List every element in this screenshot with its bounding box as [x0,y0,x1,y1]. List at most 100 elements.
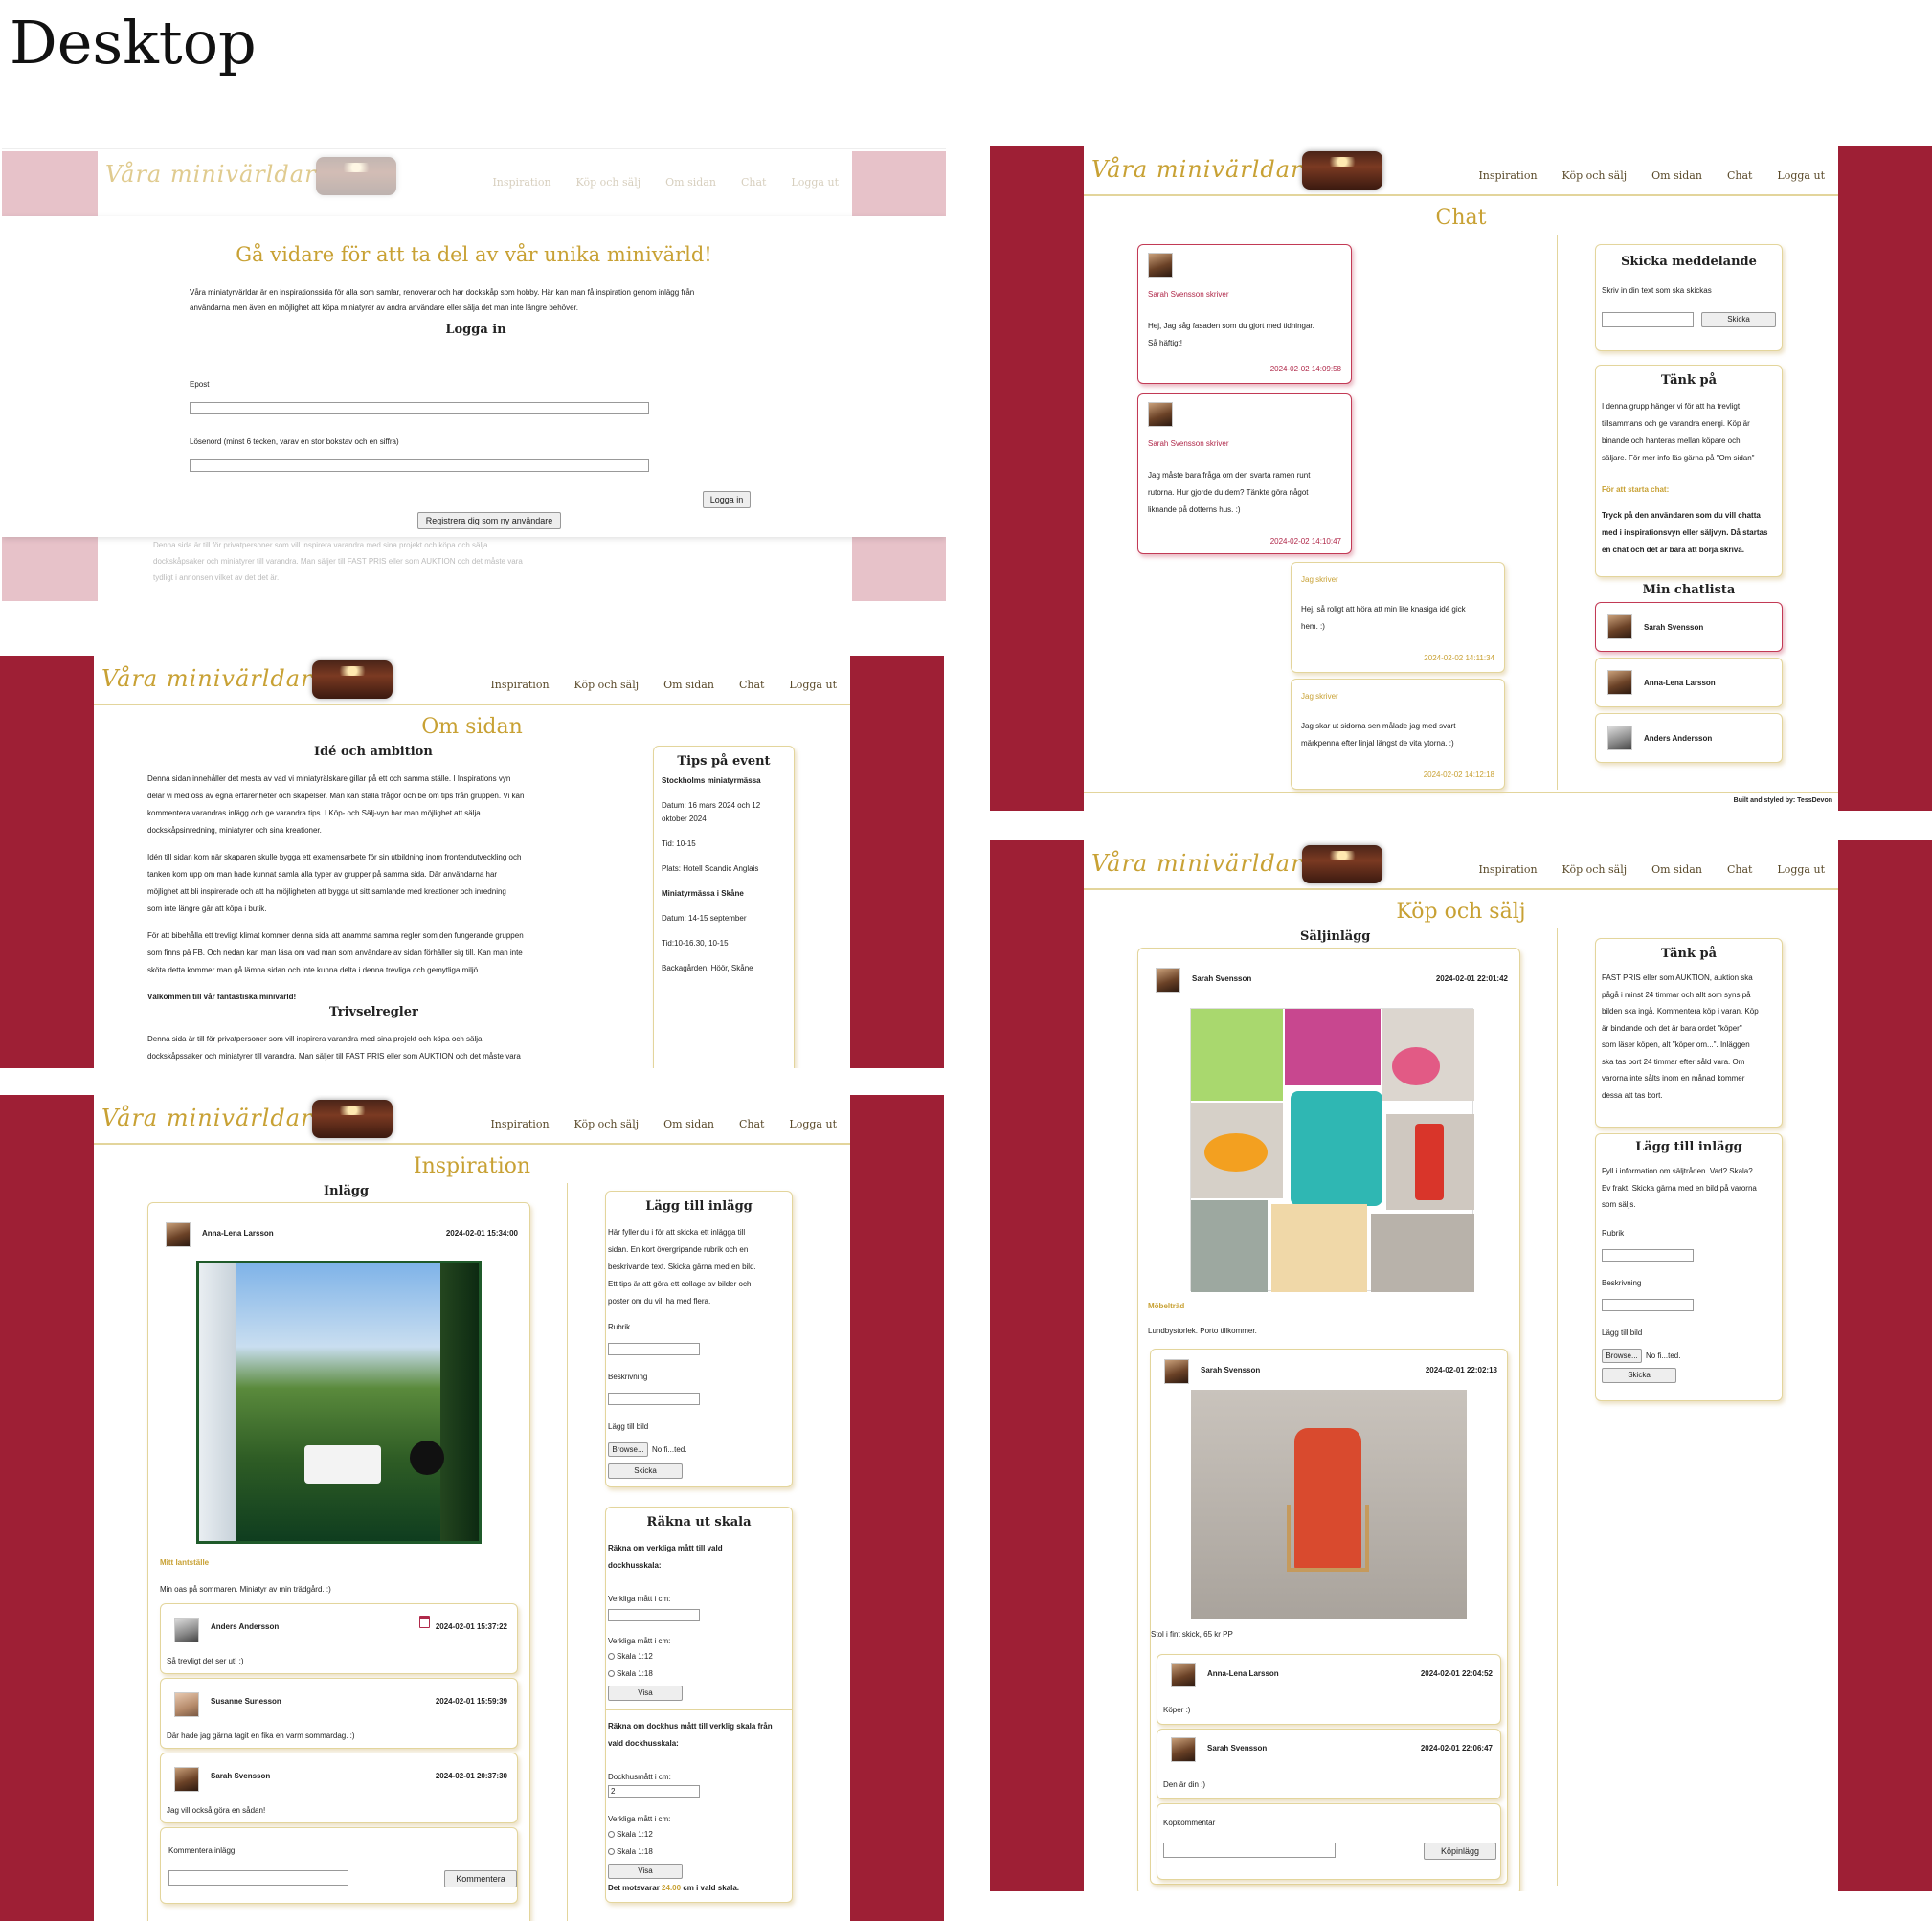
chat-list-item[interactable]: Sarah Svensson [1595,602,1783,652]
chat-title: Chat [1435,206,1487,230]
send-button[interactable]: Skicka [1602,1368,1676,1383]
buy-button[interactable]: Köpinlägg [1424,1843,1496,1860]
nav-logga-ut[interactable]: Logga ut [791,176,839,189]
sub-post-author[interactable]: Sarah Svensson [1201,1363,1260,1378]
avatar[interactable] [1171,1663,1196,1687]
nav-logga-ut[interactable]: Logga ut [789,1118,837,1130]
scale-112-radio[interactable]: Skala 1:12 [608,1649,653,1664]
real-cm-label: Verkliga mått i cm: [608,1815,671,1823]
avatar[interactable] [1164,1359,1189,1384]
beskrivning-label: Beskrivning [608,1373,648,1381]
comment-input[interactable] [168,1870,348,1886]
browse-button[interactable]: Browse... [1602,1349,1642,1363]
comment-button[interactable]: Kommentera [444,1870,517,1887]
think-heading: Tänk på [1661,373,1717,388]
post-author[interactable]: Anna-Lena Larsson [202,1226,274,1241]
nav-kop-och-salj[interactable]: Köp och sälj [574,679,640,691]
nav-kop-och-salj[interactable]: Köp och sälj [1562,863,1628,876]
nav-om-sidan[interactable]: Om sidan [1651,863,1702,876]
nav-kop-och-salj[interactable]: Köp och sälj [576,176,641,189]
nav-inspiration[interactable]: Inspiration [1478,863,1537,876]
message-text: hem. :) [1301,622,1325,631]
add-post-text: som säljs. [1602,1200,1636,1209]
avatar[interactable] [174,1618,199,1642]
browse-button[interactable]: Browse... [608,1442,648,1457]
site-logo[interactable]: Våra minivärldar [1091,156,1303,183]
comment-time: 2024-02-01 15:37:22 [435,1622,507,1631]
think-text: I denna grupp hänger vi för att ha trevl… [1602,402,1741,411]
avatar [1607,614,1632,639]
nav-chat[interactable]: Chat [741,176,766,189]
scale-118-radio[interactable]: Skala 1:18 [608,1666,653,1682]
avatar[interactable] [1156,968,1180,993]
avatar[interactable] [166,1222,191,1247]
nav-inspiration[interactable]: Inspiration [492,176,550,189]
no-file-text: No fi...ted. [652,1445,687,1454]
site-logo[interactable]: Våra minivärldar [1091,850,1303,877]
message-text: Så häftigt! [1148,339,1183,347]
rubrik-input[interactable] [608,1343,700,1355]
password-field[interactable] [190,459,649,472]
event-place: Plats: Hotell Scandic Anglais [662,864,759,873]
nav-om-sidan[interactable]: Om sidan [663,679,714,691]
chat-list-item[interactable]: Anders Andersson [1595,713,1783,763]
send-message-label: Skriv in din text som ska skickas [1602,286,1712,295]
register-button[interactable]: Registrera dig som ny användare [417,512,561,529]
login-button[interactable]: Logga in [703,491,751,508]
avatar[interactable] [1148,402,1173,427]
avatar[interactable] [1148,253,1173,278]
nav-om-sidan[interactable]: Om sidan [1651,169,1702,182]
scale-112-radio[interactable]: Skala 1:12 [608,1827,653,1843]
message-text: märkpenna efter linjal längst de vita yt… [1301,739,1454,748]
beskrivning-input[interactable] [1602,1299,1694,1311]
beskrivning-input[interactable] [608,1393,700,1405]
nav-inspiration[interactable]: Inspiration [490,679,549,691]
avatar[interactable] [174,1692,199,1717]
message-input[interactable] [1602,312,1694,327]
comment-author[interactable]: Anna-Lena Larsson [1207,1666,1279,1682]
comment-author[interactable]: Sarah Svensson [1207,1741,1267,1756]
buy-comment-input[interactable] [1163,1843,1336,1858]
real-cm-input[interactable] [608,1609,700,1621]
show-button[interactable]: Visa [608,1686,683,1701]
site-logo[interactable]: Våra minivärldar [101,665,313,692]
comment-label: Kommentera inlägg [168,1846,236,1855]
rubrik-input[interactable] [1602,1249,1694,1262]
scale-118-radio[interactable]: Skala 1:18 [608,1844,653,1860]
nav-chat[interactable]: Chat [1727,863,1752,876]
comment-author[interactable]: Anders Andersson [211,1619,279,1635]
send-button[interactable]: Skicka [1701,312,1776,327]
email-field[interactable] [190,402,649,414]
chat-list-item[interactable]: Anna-Lena Larsson [1595,658,1783,707]
avatar[interactable] [1171,1737,1196,1762]
about-p2-line: möjlighet att bli inspirerade och att ha… [147,887,506,896]
nav-kop-och-salj[interactable]: Köp och sälj [1562,169,1628,182]
comment-author[interactable]: Sarah Svensson [211,1769,270,1784]
send-message-card: Skicka meddelande Skriv in din text som … [1595,244,1783,351]
nav-inspiration[interactable]: Inspiration [490,1118,549,1130]
site-logo[interactable]: Våra minivärldar [101,1105,313,1131]
nav-logga-ut[interactable]: Logga ut [1777,169,1825,182]
post-author[interactable]: Sarah Svensson [1192,972,1251,987]
show-button[interactable]: Visa [608,1864,683,1879]
nav-chat[interactable]: Chat [1727,169,1752,182]
nav-logga-ut[interactable]: Logga ut [789,679,837,691]
nav-chat[interactable]: Chat [739,679,764,691]
nav-inspiration[interactable]: Inspiration [1478,169,1537,182]
avatar[interactable] [174,1767,199,1792]
add-post-heading: Lägg till inlägg [645,1199,753,1214]
send-button[interactable]: Skicka [608,1463,683,1479]
doll-cm-input[interactable]: 2 [608,1785,700,1798]
trash-icon[interactable] [419,1616,430,1628]
think-text: bilden ska ingå. Kommentera köp i varan.… [1602,1007,1759,1016]
comment-author[interactable]: Susanne Sunesson [211,1694,281,1709]
nav-kop-och-salj[interactable]: Köp och sälj [574,1118,640,1130]
sale-post-card: Sarah Svensson 2024-02-01 22:01:42 Möbel… [1137,948,1520,1891]
message-text: Hej, Jag såg fasaden som du gjort med ti… [1148,322,1314,330]
nav-chat[interactable]: Chat [739,1118,764,1130]
nav-logga-ut[interactable]: Logga ut [1777,863,1825,876]
site-logo[interactable]: Våra minivärldar [105,161,317,188]
add-post-text: Ett tips är att göra ett collage av bild… [608,1280,752,1288]
nav-om-sidan[interactable]: Om sidan [663,1118,714,1130]
nav-om-sidan[interactable]: Om sidan [665,176,716,189]
